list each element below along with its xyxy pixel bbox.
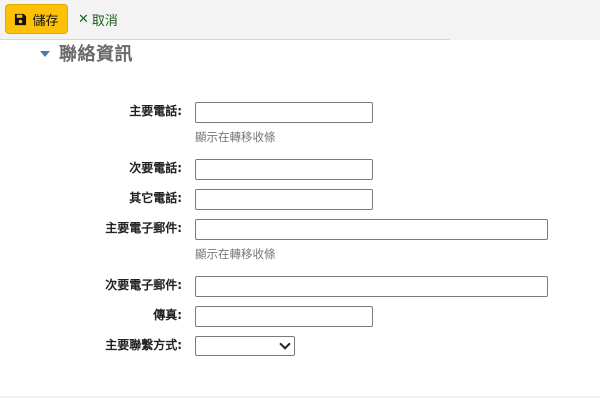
primary-email-hint: 顯示在轉移收條: [195, 247, 276, 261]
form-row-primary-email: 主要電子郵件:: [0, 219, 600, 241]
save-button[interactable]: 儲存: [5, 4, 68, 34]
primary-contact-label: 主要聯繫方式:: [105, 338, 182, 352]
primary-email-input[interactable]: [195, 219, 548, 240]
other-phone-input[interactable]: [195, 189, 373, 210]
primary-phone-input[interactable]: [195, 102, 373, 123]
form-row-fax: 傳真:: [0, 306, 600, 328]
other-phone-label: 其它電話:: [129, 191, 182, 205]
primary-email-label: 主要電子郵件:: [105, 221, 182, 235]
x-icon: ✕: [78, 11, 89, 27]
primary-phone-hint: 顯示在轉移收條: [195, 130, 276, 144]
section-title: 聯絡資訊: [59, 44, 133, 65]
form-row-primary-phone: 主要電話:: [0, 102, 600, 124]
fax-label: 傳真:: [153, 308, 182, 322]
form-row-secondary-phone: 次要電話:: [0, 159, 600, 181]
save-button-label: 儲存: [32, 13, 59, 29]
page: 儲存 ✕ 取消 聯絡資訊 主要電話: 顯示在轉移收條 次要電話: 其它電話: 主…: [0, 0, 600, 398]
section-toggle-contact-info[interactable]: 聯絡資訊: [40, 40, 133, 66]
cancel-button[interactable]: ✕ 取消: [78, 8, 118, 30]
primary-phone-label: 主要電話:: [129, 104, 182, 118]
secondary-email-input[interactable]: [195, 276, 548, 297]
floppy-disk-icon: [15, 13, 27, 25]
fax-input[interactable]: [195, 306, 373, 327]
caret-down-icon: [40, 51, 50, 57]
form-row-secondary-email: 次要電子郵件:: [0, 276, 600, 298]
form-row-other-phone: 其它電話:: [0, 189, 600, 211]
primary-contact-select[interactable]: [195, 336, 295, 356]
secondary-phone-input[interactable]: [195, 159, 373, 180]
toolbar-extension: [450, 0, 600, 40]
cancel-button-label: 取消: [91, 13, 118, 29]
secondary-email-label: 次要電子郵件:: [105, 278, 182, 292]
form-row-primary-contact: 主要聯繫方式:: [0, 336, 600, 358]
chevron-down-icon: [279, 338, 291, 350]
secondary-phone-label: 次要電話:: [129, 161, 182, 175]
